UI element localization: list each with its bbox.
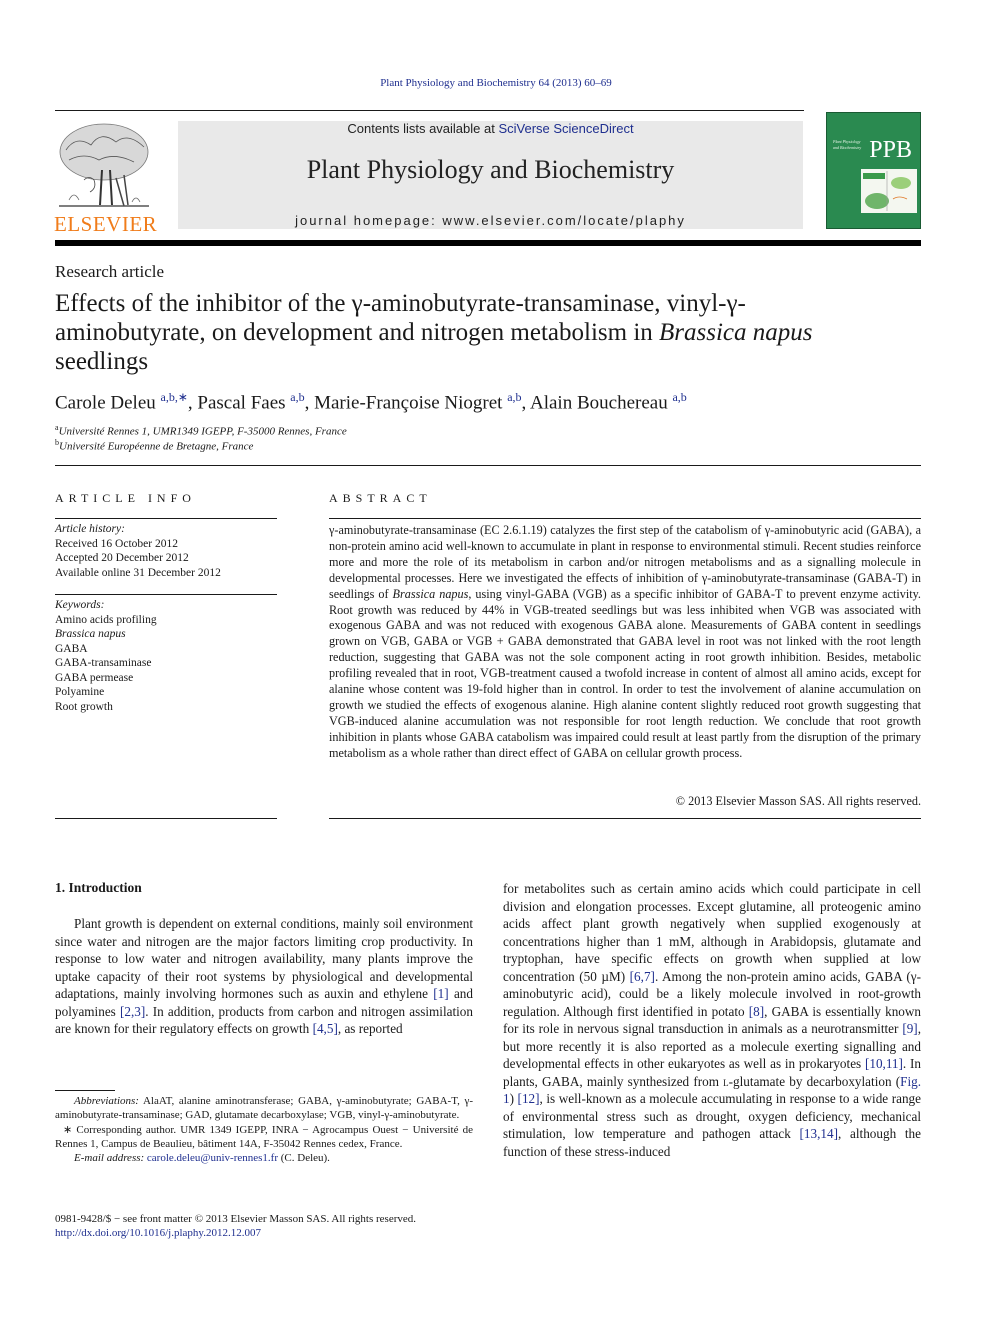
keyword: Brassica napus xyxy=(55,628,126,640)
journal-title: Plant Physiology and Biochemistry xyxy=(306,155,675,184)
corresponding-author-footnote: ∗ Corresponding author. UMR 1349 IGEPP, … xyxy=(55,1123,473,1150)
intro-text: Plant growth is dependent on external co… xyxy=(55,916,473,1001)
author-separator: , xyxy=(521,392,530,414)
intro-text: , as reported xyxy=(337,1021,403,1036)
abstract-bottom-rule xyxy=(329,818,921,819)
intro-right-column: for metabolites such as certain amino ac… xyxy=(503,880,921,1160)
abstract-text: γ-aminobutyrate-transaminase (EC 2.6.1.1… xyxy=(329,523,921,762)
intro-text: ) xyxy=(509,1091,518,1106)
title-text-2: seedlings xyxy=(55,348,149,375)
abbreviations-label: Abbreviations: xyxy=(74,1095,139,1107)
abstract-rule xyxy=(329,518,921,519)
email-footnote: E-mail address: carole.deleu@univ-rennes… xyxy=(55,1151,473,1165)
author-separator: , xyxy=(304,392,315,414)
keyword: Amino acids profiling xyxy=(55,613,157,626)
article-history: Article history: Received 16 October 201… xyxy=(55,522,277,580)
introduction-heading: 1. Introduction xyxy=(55,880,142,895)
keyword: GABA permease xyxy=(55,671,134,684)
author[interactable]: Alain Bouchereau xyxy=(530,392,668,413)
cover-abbrev: PPB xyxy=(869,137,912,163)
author[interactable]: Pascal Faes xyxy=(197,392,285,413)
article-title: Effects of the inhibitor of the γ-aminob… xyxy=(55,289,815,376)
citation-link[interactable]: [4,5] xyxy=(313,1021,338,1036)
keywords-label: Keywords: xyxy=(55,599,105,611)
citation-link[interactable]: [6,7] xyxy=(630,969,655,984)
abstract-part-2: , using vinyl-GABA (VGB) as a specific i… xyxy=(329,586,921,760)
contents-prefix: Contents lists available at xyxy=(347,121,499,136)
affiliation: aUniversité Rennes 1, UMR1349 IGEPP, F-3… xyxy=(55,423,347,438)
abstract-copyright: © 2013 Elsevier Masson SAS. All rights r… xyxy=(675,794,921,808)
history-online: Available online 31 December 2012 xyxy=(55,566,221,579)
citation-link[interactable]: [1] xyxy=(433,986,448,1001)
title-text-1: Effects of the inhibitor of the γ-aminob… xyxy=(55,290,746,346)
author[interactable]: Marie-Françoise Niogret xyxy=(314,392,502,413)
intro-left-column: Plant growth is dependent on external co… xyxy=(55,915,473,1038)
email-label: E-mail address: xyxy=(74,1152,145,1165)
article-info-heading: ARTICLE INFO xyxy=(55,491,196,505)
citation-link[interactable]: [12] xyxy=(518,1091,540,1106)
author-affil-marks[interactable]: a,b xyxy=(672,390,686,404)
history-accepted: Accepted 20 December 2012 xyxy=(55,552,189,564)
citation-link[interactable]: [9] xyxy=(902,1021,917,1036)
history-label: Article history: xyxy=(55,523,125,535)
author[interactable]: Carole Deleu xyxy=(55,392,156,413)
doi-link[interactable]: http://dx.doi.org/10.1016/j.plaphy.2012.… xyxy=(55,1226,473,1240)
cover-figure xyxy=(861,169,917,213)
front-matter: 0981-9428/$ − see front matter © 2013 El… xyxy=(55,1212,473,1241)
affiliation-text: Université Rennes 1, UMR1349 IGEPP, F-35… xyxy=(58,425,347,438)
keyword: Root growth xyxy=(55,700,113,713)
history-received: Received 16 October 2012 xyxy=(55,537,178,550)
author-separator: , xyxy=(187,392,198,414)
email-suffix: (C. Deleu). xyxy=(278,1152,330,1165)
journal-homepage[interactable]: journal homepage: www.elsevier.com/locat… xyxy=(178,213,803,228)
contents-line: Contents lists available at SciVerse Sci… xyxy=(178,121,803,136)
citation-link[interactable]: [13,14] xyxy=(800,1126,838,1141)
affiliation: bUniversité Européenne de Bretagne, Fran… xyxy=(55,438,253,453)
citation-link[interactable]: [2,3] xyxy=(120,1004,145,1019)
citation-link[interactable]: [8] xyxy=(749,1004,764,1019)
affiliation-text: Université Européenne de Bretagne, Franc… xyxy=(59,440,254,453)
elsevier-logo-text: ELSEVIER xyxy=(54,212,158,236)
masthead-bottom-rule xyxy=(55,240,921,246)
header-divider xyxy=(55,465,921,466)
keywords-rule xyxy=(55,594,277,595)
article-info-rule xyxy=(55,518,277,519)
article-info-bottom-rule xyxy=(55,818,277,819)
author-affil-marks[interactable]: a,b xyxy=(507,390,521,404)
keyword: GABA xyxy=(55,642,88,655)
citation-link[interactable]: [10,11] xyxy=(865,1056,903,1071)
cover-small-title: Plant Physiology and Biochemistry xyxy=(833,139,862,150)
footnotes: Abbreviations: AlaAT, alanine aminotrans… xyxy=(55,1094,473,1165)
keywords: Keywords: Amino acids profiling Brassica… xyxy=(55,598,277,714)
keyword: GABA-transaminase xyxy=(55,657,152,669)
elsevier-tree-logo xyxy=(54,120,154,212)
intro-text: -glutamate by decarboxylation ( xyxy=(728,1073,901,1089)
author-affil-marks[interactable]: a,b,∗ xyxy=(161,390,188,404)
footnote-rule xyxy=(55,1090,115,1091)
author-list: Carole Deleu a,b,∗, Pascal Faes a,b, Mar… xyxy=(55,390,687,414)
author-affil-marks[interactable]: a,b xyxy=(290,390,304,404)
title-species: Brassica napus xyxy=(659,319,813,346)
abstract-species: Brassica napus xyxy=(392,586,469,601)
abstract-heading: ABSTRACT xyxy=(329,491,432,505)
sciencedirect-link[interactable]: SciVerse ScienceDirect xyxy=(498,121,633,136)
running-head[interactable]: Plant Physiology and Biochemistry 64 (20… xyxy=(0,77,992,89)
email-link[interactable]: carole.deleu@univ-rennes1.fr xyxy=(147,1152,278,1164)
keyword: Polyamine xyxy=(55,686,105,698)
issn-line: 0981-9428/$ − see front matter © 2013 El… xyxy=(55,1213,417,1225)
masthead-top-rule xyxy=(55,110,804,111)
abbreviations-footnote: Abbreviations: AlaAT, alanine aminotrans… xyxy=(55,1094,473,1123)
article-type: Research article xyxy=(55,262,165,281)
journal-cover-thumbnail: Plant Physiology and Biochemistry PPB xyxy=(826,112,921,229)
